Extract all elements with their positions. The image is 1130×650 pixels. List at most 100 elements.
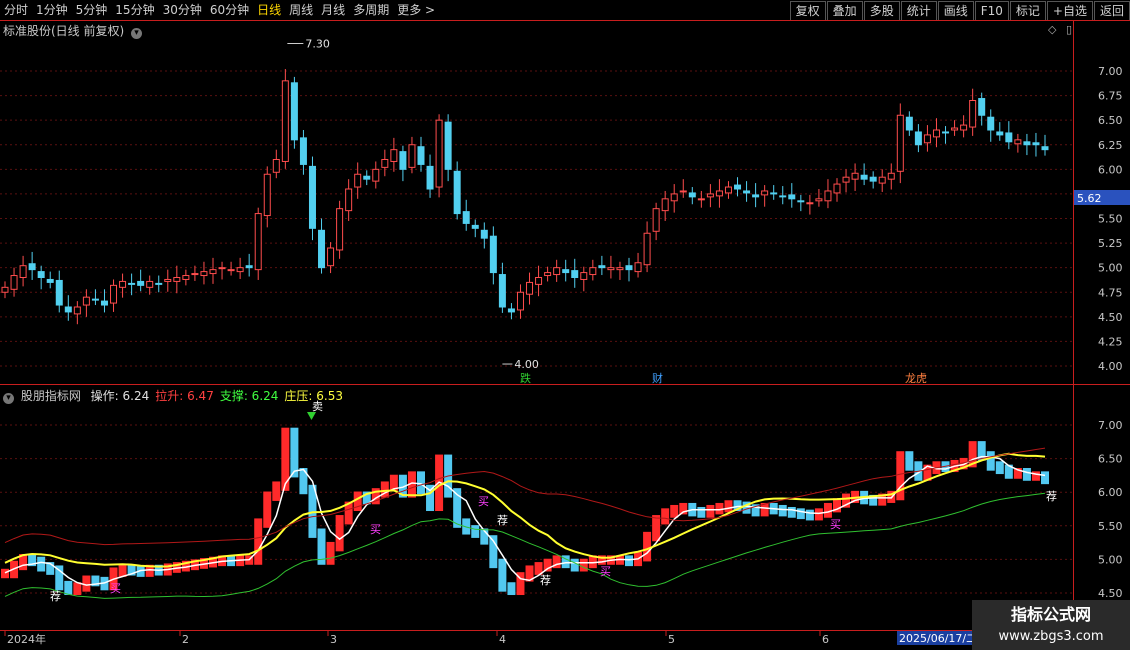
candle-body — [363, 175, 371, 180]
candle-body — [652, 208, 660, 232]
candle-body — [417, 146, 425, 165]
candle-body — [318, 229, 326, 269]
candle-body — [851, 172, 859, 180]
candle-body — [435, 119, 443, 188]
candle-body — [589, 267, 597, 276]
indicator-bar — [1041, 471, 1049, 485]
y-tick-label: 6.00 — [1098, 163, 1123, 176]
indicator-bar — [37, 556, 46, 572]
indicator-bar — [625, 555, 633, 567]
indicator-y-tick: 6.50 — [1098, 453, 1123, 466]
indicator-bar — [579, 558, 588, 572]
indicator-bar — [652, 515, 661, 542]
candle-body — [227, 269, 235, 272]
candle-body — [743, 190, 751, 194]
signal-label: 荐 — [497, 514, 508, 527]
candle-body — [245, 265, 253, 269]
indicator-bar — [64, 580, 73, 596]
candle-body — [263, 173, 271, 217]
indicator-bar — [55, 565, 64, 591]
candle-body — [191, 273, 199, 276]
candle-body — [444, 121, 452, 170]
y-tick-label: 4.25 — [1098, 335, 1123, 348]
candle-body — [996, 131, 1004, 136]
candle-body — [1005, 132, 1013, 143]
candle-body — [797, 200, 805, 203]
candle-body — [788, 194, 796, 200]
event-marker: 龙虎 — [905, 372, 927, 385]
signal-label: 买 — [478, 495, 489, 508]
indicator-bar — [507, 582, 516, 596]
candle-body — [327, 247, 335, 267]
candle-body — [82, 296, 90, 306]
time-label: 2 — [182, 633, 189, 646]
candle-body — [761, 190, 769, 196]
candle-body — [1041, 146, 1049, 151]
candle-body — [110, 284, 118, 304]
candle-body — [869, 176, 877, 182]
indicator-bar — [778, 504, 787, 517]
time-label: 2024年 — [7, 632, 46, 646]
candle-body — [155, 282, 163, 285]
y-tick-label: 5.00 — [1098, 262, 1123, 275]
candle-body — [91, 298, 99, 301]
candle-body — [19, 265, 27, 279]
candle-body — [679, 190, 687, 193]
candle-body — [146, 280, 154, 288]
indicator-bar — [254, 518, 263, 565]
candle-body — [562, 269, 570, 274]
candle-body — [553, 267, 561, 276]
indicator-bar — [73, 582, 82, 596]
candle-body — [200, 271, 208, 277]
pressure-line — [4, 452, 1046, 568]
candle-body — [661, 198, 669, 212]
indicator-bar — [263, 491, 272, 528]
candle-body — [878, 176, 886, 184]
candle-body — [28, 263, 36, 271]
candle-body — [896, 114, 904, 172]
green-arrow-icon — [307, 412, 316, 420]
indicator-bar — [417, 471, 425, 495]
watermark-title: 指标公式网 — [1011, 605, 1091, 624]
candle-body — [734, 184, 742, 190]
candle-body — [516, 291, 524, 311]
indicator-bar — [543, 558, 552, 572]
candle-body — [100, 300, 108, 306]
candle-body — [942, 131, 950, 134]
candle-body — [55, 279, 63, 306]
y-tick-label: 6.75 — [1098, 90, 1123, 103]
candle-body — [254, 213, 262, 271]
candle-body — [978, 98, 986, 116]
candle-body — [715, 190, 723, 197]
indicator-y-tick: 5.00 — [1098, 553, 1123, 566]
indicator-y-tick: 7.00 — [1098, 419, 1123, 432]
indicator-bar — [896, 451, 905, 501]
candle-body — [1023, 141, 1031, 146]
signal-label: 卖 — [312, 400, 323, 413]
indicator-y-tick: 5.50 — [1098, 520, 1123, 533]
candle-body — [128, 282, 136, 285]
event-marker: 财 — [652, 371, 663, 385]
candle-body — [697, 198, 705, 201]
candle-body — [336, 208, 344, 251]
indicator-bar — [796, 508, 805, 520]
candle-body — [724, 186, 732, 194]
low-price-label: 4.00 — [514, 358, 539, 371]
candle-body — [598, 265, 606, 269]
indicator-bar — [272, 481, 281, 501]
candle-body — [842, 176, 850, 183]
candle-body — [969, 100, 977, 128]
candle-body — [480, 229, 488, 239]
candle-body — [426, 165, 434, 190]
event-marker: 跌 — [520, 371, 531, 385]
indicator-bar — [805, 509, 814, 521]
indicator-bar — [326, 541, 335, 565]
chart-canvas[interactable]: 7.006.756.506.256.005.755.505.255.004.75… — [0, 0, 1130, 650]
y-tick-label: 6.25 — [1098, 139, 1123, 152]
candle-body — [815, 198, 823, 202]
y-tick-label: 7.00 — [1098, 65, 1123, 78]
candle-body — [625, 265, 633, 271]
support-line — [4, 492, 1046, 599]
indicator-bar — [570, 558, 579, 572]
signal-label: 买 — [110, 582, 121, 595]
